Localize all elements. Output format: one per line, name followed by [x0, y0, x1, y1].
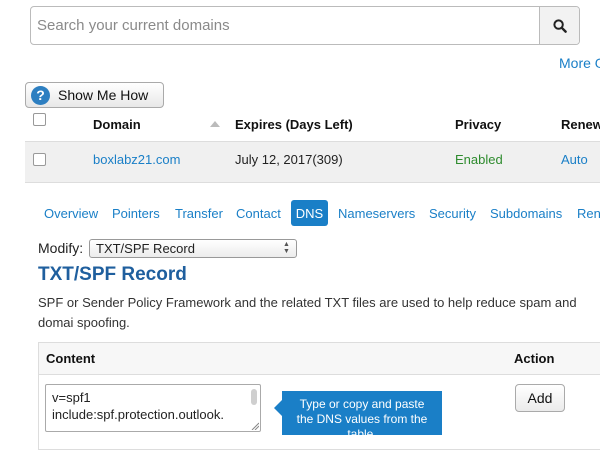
privacy-status[interactable]: Enabled — [455, 152, 503, 167]
record-description: SPF or Sender Policy Framework and the r… — [38, 295, 577, 330]
search-icon — [552, 18, 567, 33]
expires-value: July 12, 2017(309) — [235, 152, 343, 167]
column-header-renew[interactable]: Renew — [561, 117, 600, 132]
select-all-checkbox[interactable] — [33, 113, 46, 126]
page-title: TXT/SPF Record — [38, 264, 187, 285]
tab-dns[interactable]: DNS — [291, 200, 328, 226]
search-input[interactable] — [31, 7, 541, 44]
modify-label: Modify: — [38, 240, 84, 256]
row-checkbox[interactable] — [33, 153, 46, 166]
content-value-line-2: include:spf.protection.outlook. — [52, 407, 224, 422]
more-options-link[interactable]: More O — [559, 55, 600, 71]
tab-transfer[interactable]: Transfer — [175, 206, 223, 221]
show-me-how-button[interactable]: ? Show Me How — [25, 82, 164, 108]
domain-link[interactable]: boxlabz21.com — [93, 152, 180, 167]
tab-nameservers[interactable]: Nameservers — [338, 206, 415, 221]
record-type-select[interactable]: TXT/SPF Record ▲ ▼ — [89, 239, 297, 258]
select-arrows-icon: ▲ ▼ — [283, 241, 290, 255]
help-question-icon: ? — [31, 85, 50, 105]
domain-search-bar — [30, 6, 580, 45]
tooltip-arrow — [274, 400, 282, 416]
column-header-expires[interactable]: Expires (Days Left) — [235, 117, 353, 132]
instruction-tooltip: Type or copy and paste the DNS values fr… — [282, 391, 442, 441]
content-textarea[interactable]: v=spf1 include:spf.protection.outlook. — [45, 384, 261, 432]
tab-contact[interactable]: Contact — [236, 206, 281, 221]
tab-overview[interactable]: Overview — [44, 206, 98, 221]
textarea-scrollbar[interactable] — [251, 389, 257, 405]
show-me-how-label: Show Me How — [58, 87, 149, 103]
sort-ascending-icon[interactable] — [210, 120, 220, 127]
tab-security[interactable]: Security — [429, 206, 476, 221]
add-button[interactable]: Add — [515, 384, 565, 412]
column-header-domain[interactable]: Domain — [93, 117, 141, 132]
search-button[interactable] — [539, 7, 579, 44]
tab-renew[interactable]: Ren — [577, 206, 600, 221]
record-type-selected: TXT/SPF Record — [96, 241, 195, 256]
renew-auto-link[interactable]: Auto — [561, 152, 588, 167]
tab-subdomains[interactable]: Subdomains — [490, 206, 562, 221]
content-value-line-1: v=spf1 — [52, 390, 91, 405]
column-header-privacy[interactable]: Privacy — [455, 117, 501, 132]
tab-pointers[interactable]: Pointers — [112, 206, 160, 221]
content-column-header: Content — [46, 351, 96, 366]
action-column-header: Action — [514, 351, 555, 366]
resize-handle-icon[interactable] — [251, 422, 259, 430]
